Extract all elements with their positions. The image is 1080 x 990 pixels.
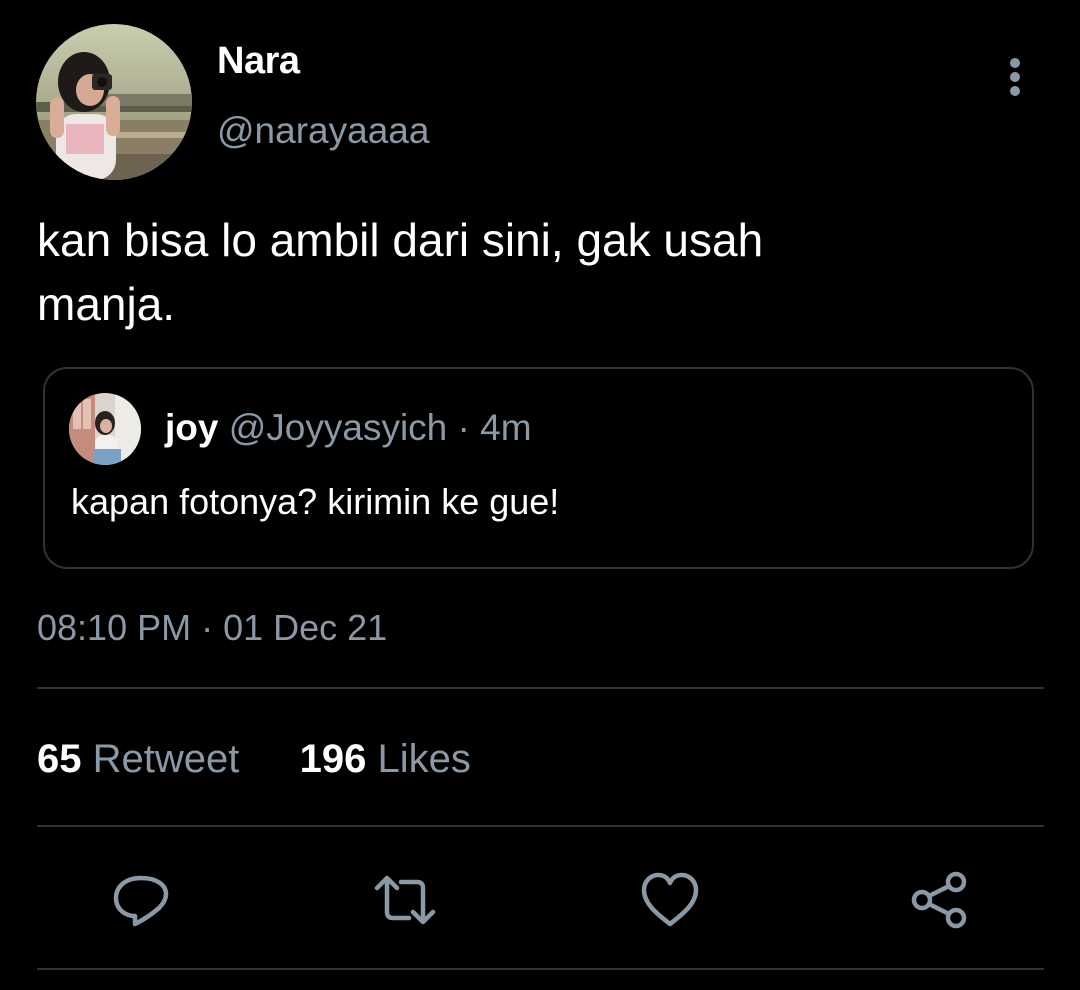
author-name[interactable]: Nara [217,40,300,83]
engagement-stats: 65 Retweet 196 Likes [37,737,471,782]
share-icon[interactable] [908,868,972,932]
like-icon[interactable] [638,868,702,932]
author-avatar[interactable] [36,24,192,180]
retweet-icon[interactable] [373,868,437,932]
author-handle[interactable]: @narayaaaa [217,110,429,152]
divider [37,687,1044,689]
retweet-count: 65 [37,737,82,781]
divider [37,825,1044,827]
quoted-time: 4m [480,407,532,448]
divider [37,968,1044,970]
retweet-stat[interactable]: 65 Retweet [37,737,251,781]
more-options-icon[interactable] [996,52,1036,100]
quoted-author-name: joy [165,407,219,448]
quoted-tweet-text: kapan fotonya? kirimin ke gue! [71,481,560,522]
quoted-tweet[interactable]: joy @Joyyasyich · 4m kapan fotonya? kiri… [43,367,1034,569]
likes-stat[interactable]: 196 Likes [289,737,471,781]
quoted-separator: · [457,407,470,448]
tweet-text: kan bisa lo ambil dari sini, gak usah ma… [37,214,764,330]
retweet-label: Retweet [92,737,240,781]
tweet: Nara @narayaaaa kan bisa lo ambil dari s… [0,0,1080,990]
quoted-author-avatar [69,393,141,465]
reply-icon[interactable] [109,868,173,932]
quoted-tweet-meta: joy @Joyyasyich · 4m [165,407,532,449]
likes-label: Likes [377,737,471,781]
quoted-author-handle: @Joyyasyich [228,407,448,448]
tweet-timestamp[interactable]: 08:10 PM · 01 Dec 21 [37,607,387,649]
likes-count: 196 [299,737,367,781]
